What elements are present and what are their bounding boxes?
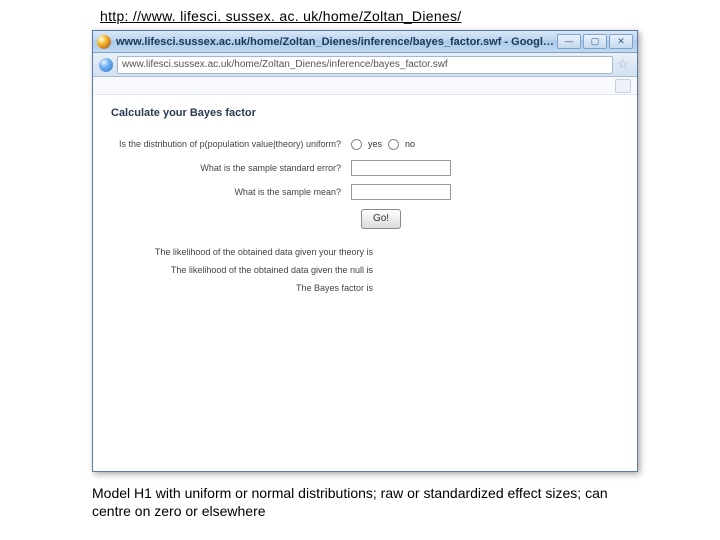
bookmark-star-icon[interactable] <box>617 58 631 72</box>
browser-window: www.lifesci.sussex.ac.uk/home/Zoltan_Die… <box>92 30 638 472</box>
page-title: Calculate your Bayes factor <box>111 107 619 119</box>
title-bar: www.lifesci.sussex.ac.uk/home/Zoltan_Die… <box>93 31 637 53</box>
address-bar: www.lifesci.sussex.ac.uk/home/Zoltan_Die… <box>93 53 637 77</box>
go-button[interactable]: Go! <box>361 209 401 229</box>
chrome-icon <box>97 35 111 49</box>
result-likelihood-null: The likelihood of the obtained data give… <box>111 265 379 275</box>
close-button[interactable]: ✕ <box>609 34 633 49</box>
address-input[interactable]: www.lifesci.sussex.ac.uk/home/Zoltan_Die… <box>117 56 613 74</box>
page-content: Calculate your Bayes factor Is the distr… <box>93 77 637 471</box>
radio-yes[interactable] <box>351 139 362 150</box>
input-standard-error[interactable] <box>351 160 451 176</box>
result-bayes-factor: The Bayes factor is <box>111 283 379 293</box>
window-title: www.lifesci.sussex.ac.uk/home/Zoltan_Die… <box>116 36 557 48</box>
slide-caption: Model H1 with uniform or normal distribu… <box>92 484 642 520</box>
page-toolbar <box>93 77 637 95</box>
radio-no[interactable] <box>388 139 399 150</box>
label-standard-error: What is the sample standard error? <box>111 163 351 174</box>
label-sample-mean: What is the sample mean? <box>111 187 351 198</box>
radio-no-label: no <box>405 139 415 149</box>
minimize-button[interactable]: — <box>557 34 581 49</box>
maximize-button[interactable]: ▢ <box>583 34 607 49</box>
source-url-link[interactable]: http: //www. lifesci. sussex. ac. uk/hom… <box>100 8 462 24</box>
input-sample-mean[interactable] <box>351 184 451 200</box>
radio-yes-label: yes <box>368 139 382 149</box>
label-uniform: Is the distribution of p(population valu… <box>111 139 351 150</box>
globe-icon <box>99 58 113 72</box>
result-likelihood-theory: The likelihood of the obtained data give… <box>111 247 379 257</box>
popout-icon[interactable] <box>615 79 631 93</box>
